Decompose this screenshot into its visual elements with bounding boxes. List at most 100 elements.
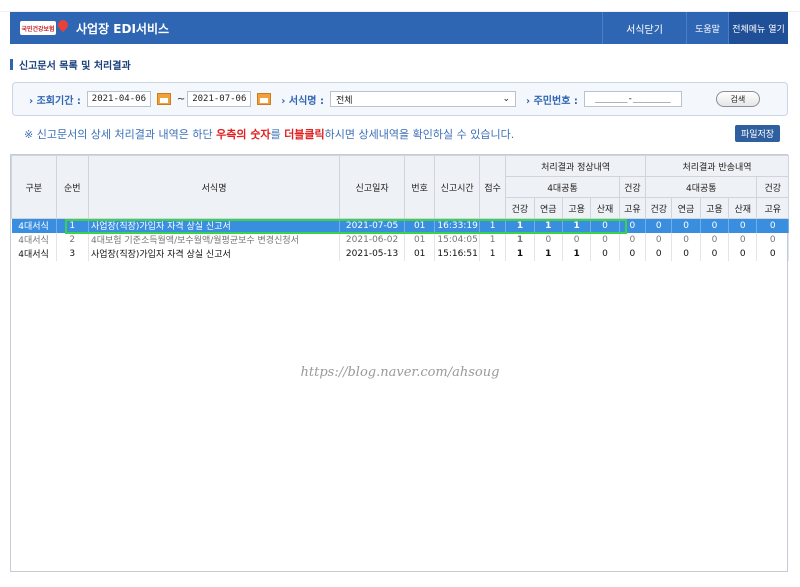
- notice-part: ※ 신고문서의 상세 처리결과 내역은 하단: [24, 128, 217, 141]
- notice-highlight: 우측의 숫자: [216, 128, 271, 141]
- date-separator: ~: [176, 93, 186, 105]
- col-health: 건강: [618, 176, 647, 198]
- date-from-input[interactable]: 2021-04-06: [86, 91, 151, 107]
- col-num: 번호: [403, 155, 436, 219]
- cell-count[interactable]: 0: [700, 218, 730, 233]
- cell-type: 4대서식: [11, 246, 57, 261]
- app-title: 사업장 EDI서비스: [76, 21, 170, 36]
- cell-count[interactable]: 1: [534, 246, 563, 261]
- cell-count[interactable]: 0: [562, 232, 592, 247]
- cell-count[interactable]: 0: [645, 232, 673, 247]
- cell-count[interactable]: 1: [562, 246, 592, 261]
- cell-form: 사업장(직장)가입자 자격 상실 신고서: [88, 246, 341, 261]
- cell-date: 2021-05-13: [339, 246, 405, 261]
- calendar-icon[interactable]: [156, 93, 171, 105]
- col-pension: 연금: [671, 197, 701, 219]
- cell-type: 4대서식: [11, 232, 57, 247]
- cell-count[interactable]: 0: [728, 218, 758, 233]
- col-h: 건강: [645, 197, 673, 219]
- close-form-button[interactable]: 서식닫기: [602, 12, 686, 44]
- ssn-input[interactable]: ______-_______: [583, 91, 682, 107]
- col-pension: 연금: [533, 197, 563, 219]
- cell-type: 4대서식: [11, 218, 57, 233]
- cell-count[interactable]: 0: [619, 246, 647, 261]
- search-button[interactable]: 검색: [715, 91, 760, 107]
- watermark: https://blog.naver.com/ahsoug: [300, 365, 500, 380]
- cell-count[interactable]: 0: [700, 232, 730, 247]
- date-to-input[interactable]: 2021-07-06: [187, 91, 252, 107]
- chevron-down-icon: ⌄: [502, 94, 510, 104]
- header-bar: 국민건강보험 사업장 EDI서비스 서식닫기 도움말 전체메뉴 열기: [10, 12, 788, 44]
- col-four-ins: 4대공통: [505, 176, 620, 198]
- section-title-text: 신고문서 목록 및 처리결과: [19, 61, 131, 72]
- col-four-ins: 4대공통: [645, 176, 758, 198]
- calendar-icon[interactable]: [257, 93, 272, 105]
- col-date: 신고일자: [339, 155, 405, 219]
- col-unique: 고유: [756, 197, 789, 219]
- top-strip: [0, 0, 800, 12]
- cell-form: 사업장(직장)가입자 자격 상실 신고서: [88, 218, 341, 233]
- cell-count[interactable]: 0: [590, 232, 620, 247]
- cell-count[interactable]: 0: [700, 246, 730, 261]
- col-return-group: 처리결과 반송내역: [645, 155, 789, 177]
- col-h: 건강: [505, 197, 535, 219]
- col-indus: 산재: [728, 197, 758, 219]
- file-save-button[interactable]: 파일저장: [735, 125, 780, 142]
- ssn-label: 주민번호 :: [526, 92, 578, 107]
- cell-count[interactable]: 1: [505, 232, 535, 247]
- result-table: 구분 순번 서식명 신고일자 번호 신고시간 접수 처리결과 정상내역 처리결과…: [10, 154, 789, 572]
- table-row[interactable]: 4대서식 1 사업장(직장)가입자 자격 상실 신고서 2021-07-05 0…: [11, 218, 789, 233]
- col-employ: 고용: [561, 197, 592, 219]
- cell-count[interactable]: 0: [534, 232, 563, 247]
- logo[interactable]: 국민건강보험 사업장 EDI서비스: [10, 12, 170, 44]
- notice-text: ※ 신고문서의 상세 처리결과 내역은 하단 우측의 숫자를 더블클릭하시면 상…: [24, 126, 514, 142]
- cell-num: 01: [404, 246, 436, 261]
- logo-text: 국민건강보험: [21, 25, 55, 33]
- table-row[interactable]: 4대서식 2 4대보험 기준소득월액/보수월액/월평균보수 변경신청서 2021…: [11, 232, 789, 247]
- col-normal-group: 처리결과 정상내역: [505, 155, 647, 177]
- cell-date: 2021-07-05: [339, 218, 405, 233]
- cell-seq: 3: [56, 246, 89, 261]
- cell-count[interactable]: 1: [562, 218, 592, 233]
- notice-part: 하시면 상세내역을 확인하실 수 있습니다.: [324, 128, 515, 141]
- col-employ: 고용: [699, 197, 730, 219]
- col-form: 서식명: [87, 155, 341, 219]
- cell-count[interactable]: 0: [590, 246, 620, 261]
- cell-count[interactable]: 0: [671, 218, 701, 233]
- cell-count[interactable]: 0: [645, 246, 673, 261]
- cell-count[interactable]: 1: [534, 218, 563, 233]
- cell-count[interactable]: 0: [645, 218, 673, 233]
- form-select[interactable]: 전체 ⌄: [329, 91, 516, 107]
- all-menu-button[interactable]: 전체메뉴 열기: [728, 12, 788, 44]
- search-panel: 조회기간 : 2021-04-06 ~ 2021-07-06 서식명 : 전체 …: [12, 82, 788, 116]
- logo-pin-icon: [55, 17, 71, 33]
- cell-count[interactable]: 1: [505, 246, 535, 261]
- col-unique: 고유: [618, 197, 647, 219]
- cell-count[interactable]: 0: [619, 218, 647, 233]
- col-indus: 산재: [590, 197, 620, 219]
- cell-count[interactable]: 0: [619, 232, 647, 247]
- cell-count[interactable]: 0: [671, 232, 701, 247]
- cell-count[interactable]: 1: [505, 218, 535, 233]
- cell-receipt: 1: [479, 246, 507, 261]
- notice-part: 를: [270, 128, 285, 141]
- cell-count[interactable]: 0: [756, 232, 789, 247]
- cell-time: 16:33:19: [434, 218, 480, 233]
- cell-receipt: 1: [479, 232, 507, 247]
- col-time: 신고시간: [434, 155, 480, 219]
- table-row[interactable]: 4대서식 3 사업장(직장)가입자 자격 상실 신고서 2021-05-13 0…: [11, 246, 789, 261]
- nhis-logo-icon: 국민건강보험: [20, 21, 56, 35]
- col-type: 구분: [11, 155, 57, 219]
- cell-count[interactable]: 0: [671, 246, 701, 261]
- cell-count[interactable]: 0: [728, 246, 758, 261]
- cell-time: 15:16:51: [434, 246, 480, 261]
- cell-receipt: 1: [479, 218, 507, 233]
- form-select-value: 전체: [335, 95, 353, 106]
- cell-count[interactable]: 0: [728, 232, 758, 247]
- section-title: 신고문서 목록 및 처리결과: [10, 57, 131, 72]
- cell-num: 01: [404, 232, 436, 247]
- cell-count[interactable]: 0: [756, 218, 789, 233]
- help-button[interactable]: 도움말: [686, 12, 728, 44]
- cell-count[interactable]: 0: [756, 246, 789, 261]
- cell-count[interactable]: 0: [590, 218, 620, 233]
